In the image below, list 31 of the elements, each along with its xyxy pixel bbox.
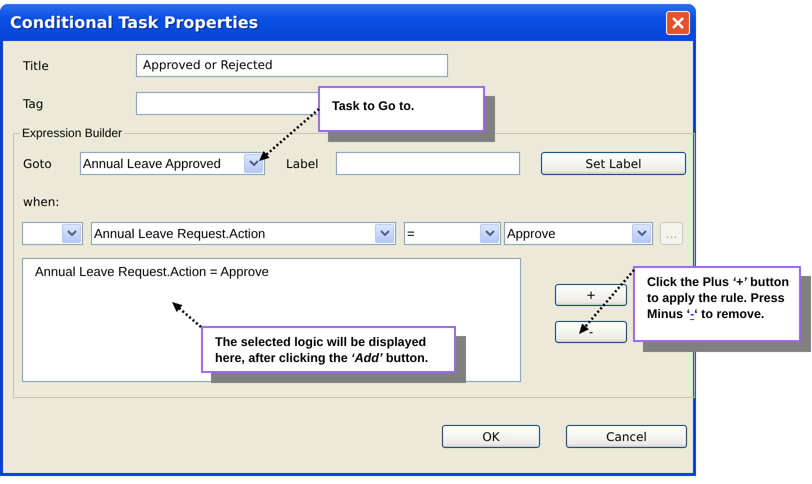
text-field[interactable]: Approved or Rejected [136,54,448,77]
close-icon [671,16,685,30]
field-label: when: [22,195,60,209]
dropdown[interactable]: Annual Leave Approved [80,152,266,175]
ok-button[interactable]: OK [442,425,540,448]
dotted-arrow [172,302,202,328]
remove-button[interactable]: - [555,321,627,343]
window-title: Conditional Task Properties [10,13,258,32]
list-item[interactable]: Annual Leave Request.Action = Approve [35,264,508,279]
dropdown[interactable] [22,222,83,245]
field-label: Goto [22,156,53,170]
chevron-icon [636,230,646,237]
chevron-icon [380,230,390,237]
cancel-button[interactable]: Cancel [566,425,687,448]
dropdown[interactable]: = [404,222,501,245]
group-title: Expression Builder [21,126,124,140]
field-label: Tag [22,96,44,110]
text-field[interactable] [336,152,520,175]
dropdown[interactable]: Annual Leave Request.Action [91,222,396,245]
dotted-arrow [579,269,635,334]
chevron-icon [248,160,259,167]
field-label: Label [285,156,320,170]
chevron-icon [66,230,76,237]
set-label-button[interactable]: Set Label [540,152,686,175]
add-button[interactable]: + [555,284,627,306]
close-button[interactable] [666,10,690,34]
chevron-icon [484,230,494,237]
dropdown[interactable]: Approve [504,222,653,245]
text-field[interactable] [136,92,320,115]
field-label: Title [22,58,50,72]
link[interactable]: - [690,307,694,321]
